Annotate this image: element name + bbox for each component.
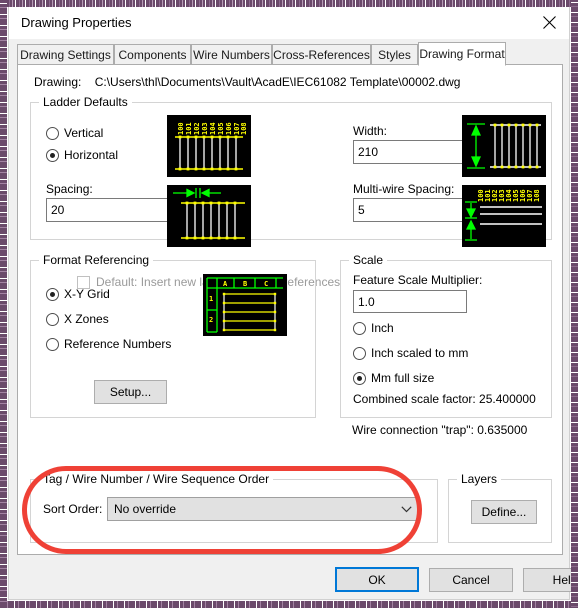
radio-reference-numbers-label: Reference Numbers xyxy=(64,337,172,351)
svg-text:106: 106 xyxy=(225,122,233,135)
tab-cross-references[interactable]: Cross-References xyxy=(272,44,371,65)
format-referencing-group: Format Referencing X-Y Grid X Zones Refe… xyxy=(30,253,316,418)
svg-text:C: C xyxy=(264,280,268,288)
svg-text:2: 2 xyxy=(209,316,213,324)
sort-order-label: Sort Order: xyxy=(43,502,103,516)
multiwire-spacing-input[interactable]: 5 xyxy=(353,198,465,222)
radio-mm-full-size[interactable]: Mm full size xyxy=(353,371,434,385)
close-button[interactable] xyxy=(529,7,569,37)
drawing-path-row: Drawing: C:\Users\thl\Documents\Vault\Ac… xyxy=(34,75,460,89)
svg-text:102: 102 xyxy=(193,122,201,135)
radio-vertical[interactable]: Vertical xyxy=(46,126,103,140)
svg-text:101: 101 xyxy=(185,122,193,135)
radio-inch-label: Inch xyxy=(371,321,394,335)
combined-scale-factor-text: Combined scale factor: 25.400000 xyxy=(353,392,536,406)
svg-text:1: 1 xyxy=(209,295,213,303)
cancel-button[interactable]: Cancel xyxy=(429,568,513,592)
drawing-label: Drawing: xyxy=(34,75,82,89)
radio-x-zones[interactable]: X Zones xyxy=(46,312,109,326)
ladder-defaults-legend: Ladder Defaults xyxy=(39,95,132,109)
wire-connection-trap-text: Wire connection "trap": 0.635000 xyxy=(352,423,528,437)
screenshot-root: Drawing Properties Drawing Settings Comp… xyxy=(0,0,578,608)
radio-vertical-label: Vertical xyxy=(64,126,104,140)
radio-vertical-indicator xyxy=(46,126,59,140)
format-referencing-legend: Format Referencing xyxy=(39,253,154,267)
radio-mm-full-size-label: Mm full size xyxy=(371,371,435,385)
help-button[interactable]: Help xyxy=(523,568,578,592)
spacing-input[interactable]: 20 xyxy=(46,198,182,222)
radio-horizontal[interactable]: Horizontal xyxy=(46,148,118,162)
tab-components[interactable]: Components xyxy=(114,44,191,65)
radio-inch[interactable]: Inch xyxy=(353,321,394,335)
tab-styles[interactable]: Styles xyxy=(371,44,418,65)
torn-edge-left xyxy=(0,0,7,608)
ladder-width-preview xyxy=(462,115,546,177)
svg-text:105: 105 xyxy=(217,122,225,135)
sort-order-group: Tag / Wire Number / Wire Sequence Order … xyxy=(30,472,438,543)
radio-mm-full-size-indicator xyxy=(353,371,366,385)
tab-panel-drawing-format: Drawing: C:\Users\thl\Documents\Vault\Ac… xyxy=(17,65,563,555)
ladder-defaults-group: Ladder Defaults Vertical Horizontal Spac… xyxy=(30,95,552,289)
tab-drawing-format[interactable]: Drawing Format xyxy=(418,42,506,66)
radio-inch-scaled-to-mm-label: Inch scaled to mm xyxy=(371,346,469,360)
svg-text:A: A xyxy=(223,280,228,288)
width-input[interactable]: 210 xyxy=(353,140,465,164)
radio-horizontal-label: Horizontal xyxy=(64,148,119,162)
layers-legend: Layers xyxy=(457,472,502,486)
radio-x-zones-label: X Zones xyxy=(64,312,109,326)
define-button[interactable]: Define... xyxy=(471,500,537,524)
radio-xy-grid-label: X-Y Grid xyxy=(64,287,110,301)
radio-x-zones-indicator xyxy=(46,312,59,326)
svg-text:103: 103 xyxy=(201,122,209,135)
radio-horizontal-indicator xyxy=(46,148,59,162)
radio-xy-grid[interactable]: X-Y Grid xyxy=(46,287,110,301)
setup-button[interactable]: Setup... xyxy=(94,380,167,404)
spacing-label: Spacing: xyxy=(46,182,93,196)
dialog-footer: OK Cancel Help xyxy=(17,555,578,599)
feature-scale-multiplier-label: Feature Scale Multiplier: xyxy=(353,273,483,287)
svg-text:B: B xyxy=(243,280,247,288)
radio-reference-numbers[interactable]: Reference Numbers xyxy=(46,337,171,351)
radio-reference-numbers-indicator xyxy=(46,337,59,351)
svg-text:104: 104 xyxy=(209,122,217,135)
multiwire-spacing-label: Multi-wire Spacing: xyxy=(353,182,455,196)
sort-order-dropdown[interactable]: No override xyxy=(107,497,418,521)
layers-group: Layers Define... xyxy=(448,472,552,543)
tab-wire-numbers[interactable]: Wire Numbers xyxy=(191,44,272,65)
sort-order-value: No override xyxy=(114,502,177,516)
close-icon xyxy=(542,15,556,29)
ok-button[interactable]: OK xyxy=(335,567,419,592)
page-title: Drawing Properties xyxy=(21,15,132,30)
scale-group: Scale Feature Scale Multiplier: 1.0 Inch… xyxy=(340,253,552,418)
format-referencing-preview: A B C 1 2 xyxy=(203,274,287,336)
svg-text:108: 108 xyxy=(533,189,541,202)
torn-edge-bottom xyxy=(0,601,578,608)
drawing-path-value: C:\Users\thl\Documents\Vault\AcadE\IEC61… xyxy=(94,75,461,89)
chevron-down-icon xyxy=(395,505,417,513)
ladder-orientation-preview: 100 101 102 103 104 105 106 107 108 xyxy=(167,115,251,177)
sort-order-legend: Tag / Wire Number / Wire Sequence Order xyxy=(39,472,274,486)
feature-scale-multiplier-input[interactable]: 1.0 xyxy=(353,290,467,313)
radio-inch-scaled-to-mm[interactable]: Inch scaled to mm xyxy=(353,346,468,360)
svg-text:108: 108 xyxy=(240,122,248,135)
ladder-spacing-preview xyxy=(167,185,251,247)
radio-inch-scaled-to-mm-indicator xyxy=(353,346,366,360)
svg-text:100: 100 xyxy=(177,122,185,135)
width-label: Width: xyxy=(353,124,388,138)
radio-xy-grid-indicator xyxy=(46,287,59,301)
multiwire-spacing-preview: 100 101 102 103 104 105 106 107 108 xyxy=(462,185,546,247)
scale-legend: Scale xyxy=(349,253,388,267)
torn-edge-right xyxy=(571,0,578,608)
tab-strip: Drawing Settings Components Wire Numbers… xyxy=(17,42,563,66)
drawing-properties-dialog: Drawing Properties Drawing Settings Comp… xyxy=(8,6,578,600)
tab-drawing-settings[interactable]: Drawing Settings xyxy=(17,44,114,65)
title-bar: Drawing Properties xyxy=(9,7,569,39)
radio-inch-indicator xyxy=(353,321,366,335)
